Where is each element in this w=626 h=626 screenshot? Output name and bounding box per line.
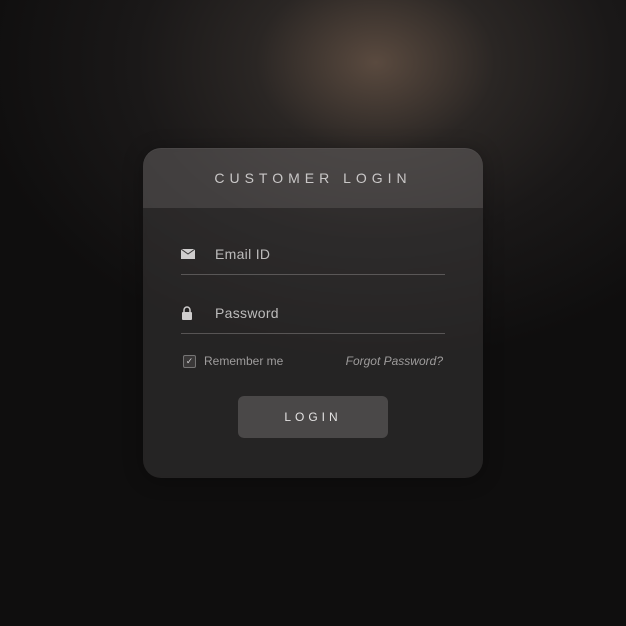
check-icon: ✓ — [183, 355, 196, 368]
email-field-row — [181, 236, 445, 275]
forgot-password-link[interactable]: Forgot Password? — [346, 354, 443, 368]
password-field-row — [181, 295, 445, 334]
lock-icon — [181, 306, 203, 320]
password-field[interactable] — [203, 305, 445, 321]
login-button[interactable]: LOGIN — [238, 396, 388, 438]
remember-me-checkbox[interactable]: ✓ Remember me — [183, 354, 283, 368]
login-card: CUSTOMER LOGIN ✓ Remember me Forgot Pass… — [143, 148, 483, 478]
card-body: ✓ Remember me Forgot Password? LOGIN — [143, 208, 483, 448]
options-row: ✓ Remember me Forgot Password? — [181, 354, 445, 368]
card-header: CUSTOMER LOGIN — [143, 148, 483, 208]
mail-icon — [181, 249, 203, 259]
email-field[interactable] — [203, 246, 445, 262]
remember-me-label: Remember me — [204, 354, 283, 368]
page-title: CUSTOMER LOGIN — [143, 170, 483, 186]
